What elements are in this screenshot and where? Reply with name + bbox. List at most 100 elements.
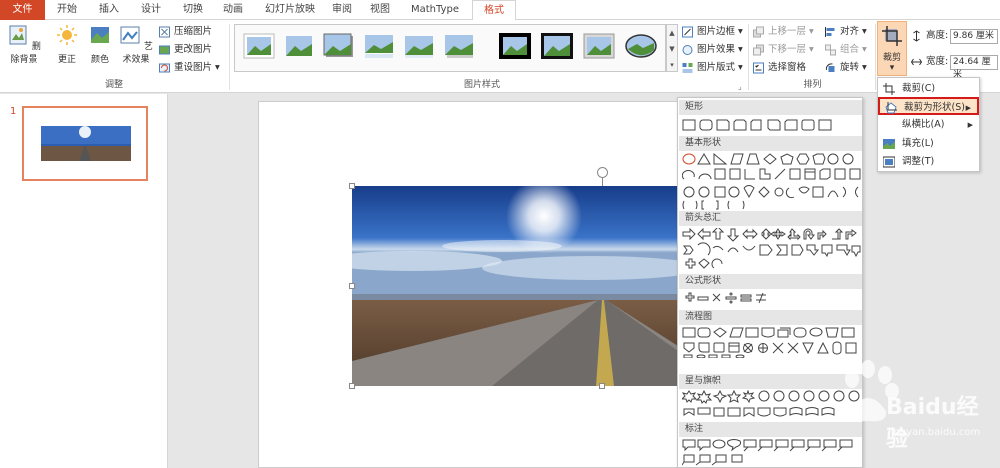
gallery-scroll-down-icon[interactable]: ▼ bbox=[667, 41, 677, 57]
landscape-road-picture[interactable] bbox=[352, 186, 678, 386]
picture-layout-button[interactable]: 图片版式 ▾ bbox=[681, 60, 743, 76]
menu-item-crop-to-shape-label: 裁剪为形状(S) bbox=[904, 102, 965, 113]
slide-thumbnail-1[interactable] bbox=[22, 106, 148, 181]
tab-format[interactable]: 格式 bbox=[472, 0, 516, 21]
width-icon bbox=[910, 58, 923, 65]
crop-button[interactable]: 裁剪 ▾ bbox=[877, 21, 907, 76]
shape-category-arrows: 箭头总汇 bbox=[679, 211, 862, 226]
baidu-jingyan-watermark: Baidu经验 jingyan.baidu.com bbox=[828, 355, 1000, 468]
gallery-scroll-up-icon[interactable]: ▲ bbox=[667, 25, 677, 41]
tab-mathtype[interactable]: MathType bbox=[404, 0, 466, 20]
crop-label: 裁剪 bbox=[882, 53, 901, 63]
picture-style-black-frame[interactable] bbox=[541, 33, 573, 59]
reset-picture-button[interactable]: 重设图片 ▾ bbox=[158, 60, 220, 76]
picture-border-label: 图片边框 bbox=[697, 26, 736, 37]
picture-style-drop-shadow[interactable] bbox=[443, 33, 475, 59]
rotate-icon bbox=[825, 62, 835, 72]
arrow-shapes-grid[interactable] bbox=[682, 228, 862, 274]
picture-style-thick-black[interactable] bbox=[499, 33, 531, 59]
gallery-scroll[interactable]: ▲ ▼ ▾ bbox=[666, 24, 678, 72]
slides-pane: 1 bbox=[0, 94, 168, 468]
menu-item-fit-label: 调整(T) bbox=[902, 156, 935, 167]
resize-handle[interactable] bbox=[349, 183, 355, 189]
rotate-button[interactable]: 旋转 ▾ bbox=[824, 60, 867, 76]
tab-slideshow[interactable]: 幻灯片放映 bbox=[258, 0, 322, 20]
dropdown-arrow-icon: ▾ bbox=[859, 44, 867, 55]
picture-style-shadow[interactable] bbox=[323, 33, 355, 59]
picture-style-oval[interactable] bbox=[625, 33, 657, 59]
menu-item-crop[interactable]: 裁剪(C) bbox=[878, 80, 979, 98]
selection-pane-label: 选择窗格 bbox=[768, 62, 807, 73]
width-label-text: 宽度: bbox=[926, 56, 949, 67]
height-field[interactable]: 9.86 厘米 bbox=[950, 29, 998, 44]
group-label: 组合 bbox=[840, 44, 860, 55]
rotate-handle-icon[interactable] bbox=[597, 167, 608, 178]
bring-forward-button[interactable]: 上移一层 ▾ bbox=[752, 24, 814, 40]
selection-pane-button[interactable]: 选择窗格 bbox=[752, 60, 806, 76]
artistic-effects-button[interactable]: 艺术效果 bbox=[116, 24, 156, 65]
picture-layout-icon bbox=[682, 62, 693, 73]
picture-style-reflected[interactable] bbox=[363, 33, 395, 59]
group-button[interactable]: 组合 ▾ bbox=[824, 42, 867, 58]
width-field[interactable]: 24.64 厘米 bbox=[950, 55, 998, 80]
basic-shapes-grid[interactable] bbox=[682, 153, 862, 211]
selection-pane-icon bbox=[753, 62, 764, 73]
picture-style-bevel[interactable] bbox=[583, 33, 615, 59]
picture-style-soft-edge[interactable] bbox=[283, 33, 315, 59]
corrections-button[interactable]: 更正 bbox=[52, 24, 82, 65]
send-backward-icon bbox=[753, 44, 764, 55]
resize-handle[interactable] bbox=[349, 383, 355, 389]
group-label-adjust: 调整 bbox=[104, 80, 123, 90]
picture-style-soft-oval[interactable] bbox=[403, 33, 435, 59]
crop-dropdown-icon: ▾ bbox=[889, 63, 895, 73]
picture-styles-dialog-launcher-icon[interactable]: ⌟ bbox=[738, 82, 742, 91]
separator bbox=[748, 24, 749, 90]
dropdown-arrow-icon: ▾ bbox=[806, 44, 814, 55]
height-label: 高度: bbox=[910, 28, 948, 44]
artistic-effects-icon bbox=[120, 26, 140, 44]
width-label: 宽度: bbox=[910, 54, 948, 70]
equation-shapes-row[interactable] bbox=[682, 292, 782, 306]
compress-pictures-button[interactable]: 压缩图片 bbox=[158, 24, 212, 40]
menu-item-aspect-ratio[interactable]: 纵横比(A) ▶ bbox=[878, 116, 979, 134]
change-picture-label: 更改图片 bbox=[174, 44, 213, 55]
align-button[interactable]: 对齐 ▾ bbox=[824, 24, 867, 40]
resize-handle[interactable] bbox=[349, 283, 355, 289]
remove-background-button[interactable]: 删除背景 bbox=[3, 24, 45, 65]
slide-thumbnail-picture bbox=[24, 108, 146, 179]
dropdown-arrow-icon: ▾ bbox=[806, 26, 814, 37]
ribbon-tab-bar: 文件 开始 插入 设计 切换 动画 幻灯片放映 审阅 视图 MathType 格… bbox=[0, 0, 1000, 21]
gallery-more-icon[interactable]: ▾ bbox=[667, 57, 677, 73]
menu-item-fill[interactable]: 填充(L) bbox=[878, 135, 979, 153]
bring-forward-label: 上移一层 bbox=[768, 26, 807, 37]
shape-category-equation: 公式形状 bbox=[679, 274, 862, 289]
picture-styles-gallery[interactable] bbox=[234, 24, 666, 72]
menu-item-crop-to-shape[interactable]: 裁剪为形状(S) ▶ bbox=[878, 97, 979, 115]
tab-transitions[interactable]: 切换 bbox=[176, 0, 210, 20]
color-button[interactable]: 颜色 bbox=[86, 24, 114, 65]
picture-layout-label: 图片版式 bbox=[697, 62, 736, 73]
picture-border-icon bbox=[682, 26, 693, 37]
tab-view[interactable]: 视图 bbox=[364, 0, 396, 20]
send-backward-button[interactable]: 下移一层 ▾ bbox=[752, 42, 814, 58]
remove-background-icon bbox=[9, 25, 27, 45]
change-picture-button[interactable]: 更改图片 bbox=[158, 42, 212, 58]
picture-style-simple-frame[interactable] bbox=[243, 33, 275, 59]
dropdown-arrow-icon: ▾ bbox=[859, 26, 867, 37]
tab-home[interactable]: 开始 bbox=[50, 0, 84, 20]
tab-design[interactable]: 设计 bbox=[134, 0, 168, 20]
crop-icon bbox=[882, 26, 902, 46]
reset-dropdown-icon: ▾ bbox=[212, 62, 220, 73]
tab-file[interactable]: 文件 bbox=[0, 0, 45, 20]
rotate-handle-connector bbox=[602, 178, 603, 186]
menu-item-fit[interactable]: 调整(T) bbox=[878, 153, 979, 171]
resize-handle[interactable] bbox=[599, 383, 605, 389]
picture-effects-button[interactable]: 图片效果 ▾ bbox=[681, 42, 743, 58]
rectangle-shapes-row[interactable] bbox=[682, 118, 832, 132]
picture-border-button[interactable]: 图片边框 ▾ bbox=[681, 24, 743, 40]
tab-animations[interactable]: 动画 bbox=[216, 0, 250, 20]
flowchart-shapes-grid[interactable] bbox=[682, 326, 863, 358]
tab-insert[interactable]: 插入 bbox=[92, 0, 126, 20]
tab-review[interactable]: 审阅 bbox=[326, 0, 358, 20]
color-label: 颜色 bbox=[90, 55, 109, 65]
